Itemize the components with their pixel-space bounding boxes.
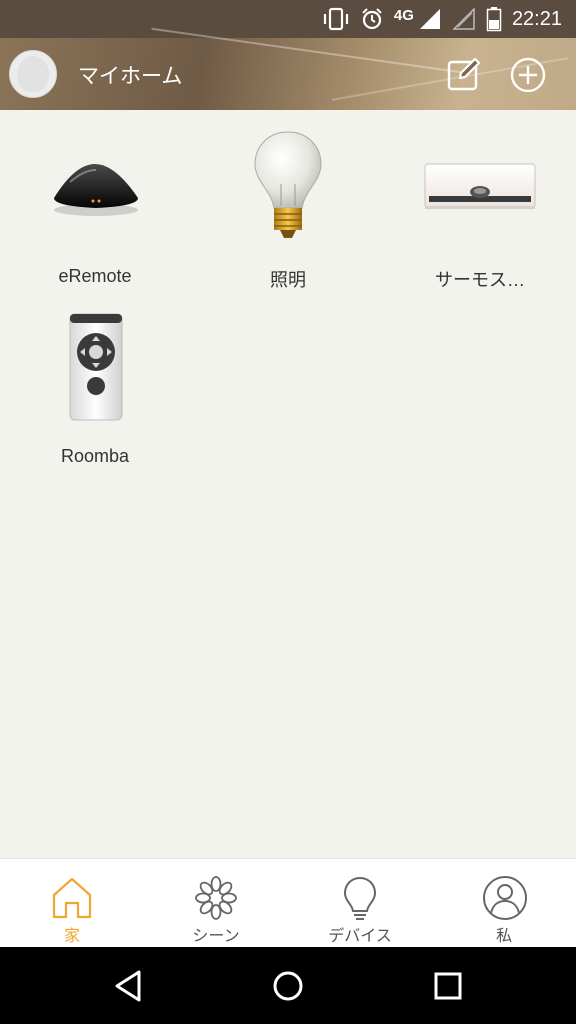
device-eremote[interactable]: eRemote [20,126,170,296]
recents-icon[interactable] [432,969,464,1003]
vibrate-icon [323,7,349,31]
clock: 22:21 [511,7,562,30]
device-label: 照明 [270,270,306,290]
add-icon[interactable] [509,56,547,94]
nav-item-home[interactable]: 家 [0,859,144,948]
nav-item-me[interactable]: 私 [432,859,576,948]
device-label: Roomba [60,446,130,466]
network-type: 4G [393,6,414,24]
status-bar: 4G 22:21 [0,0,576,38]
nav-label: シーン [192,926,240,945]
nav-label: デバイス [328,926,392,945]
home-icon [52,877,92,919]
device-roomba[interactable]: Roomba [20,306,170,476]
user-icon [483,876,527,920]
home-button-icon[interactable] [271,969,305,1003]
remote-control-icon [69,313,123,421]
scene-flower-icon [195,876,237,920]
device-thermostat[interactable]: サーモス… [405,126,555,296]
light-bulb-icon [254,131,322,238]
page-title: マイホーム [78,64,183,88]
device-label: サーモス… [435,270,525,290]
nav-item-devices[interactable]: デバイス [288,859,432,948]
edit-icon[interactable] [446,56,482,92]
nav-label: 家 [63,926,80,945]
nav-label: 私 [495,926,512,945]
system-nav-bar [0,947,576,1024]
avatar[interactable] [9,50,57,98]
device-light[interactable]: 照明 [213,126,363,296]
back-icon[interactable] [113,969,145,1003]
signal-icon [419,9,440,29]
nav-item-scene[interactable]: シーン [144,859,288,948]
app-header: マイホーム [0,27,576,110]
eremote-device-icon [54,164,138,216]
device-label: eRemote [58,266,132,286]
bulb-outline-icon [343,876,377,920]
air-conditioner-icon [424,163,536,209]
battery-icon [486,7,502,32]
signal-empty-icon [452,7,475,30]
alarm-icon [362,8,382,30]
bottom-nav: 家 シーン デバイス 私 [0,858,576,948]
